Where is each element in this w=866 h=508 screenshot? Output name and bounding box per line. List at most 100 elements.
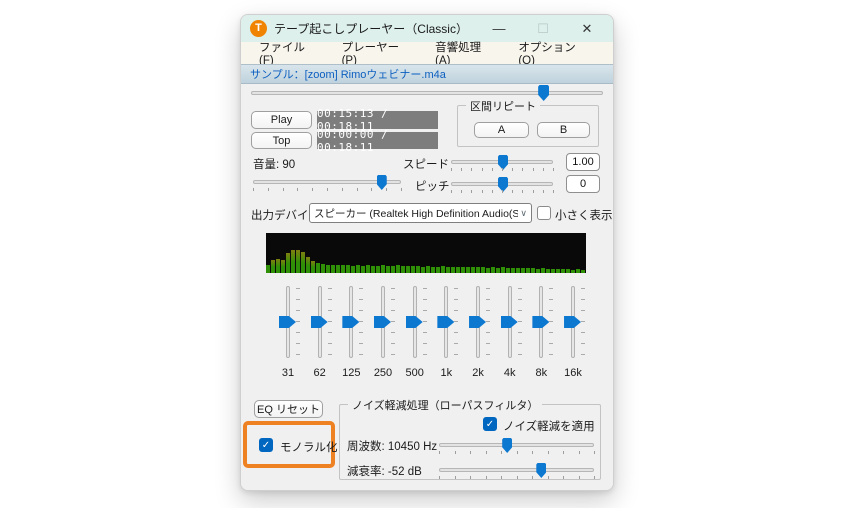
eq-tick — [391, 310, 395, 311]
spectrum-bar — [576, 269, 580, 273]
menu-file[interactable]: ファイル(F) — [259, 39, 314, 67]
slider-tick — [548, 451, 549, 454]
slider-tick — [371, 188, 372, 191]
spectrum-bar — [356, 265, 360, 273]
spectrum-bar — [286, 253, 290, 273]
noise-apply-checkbox[interactable]: ✓ — [483, 417, 497, 431]
eq-tick — [518, 354, 522, 355]
eq-tick — [296, 321, 300, 322]
spectrum-bar — [486, 268, 490, 273]
play-button[interactable]: Play — [251, 111, 312, 129]
slider-tick — [451, 190, 452, 193]
pitch-thumb[interactable] — [498, 177, 508, 192]
menu-player[interactable]: プレーヤー(P) — [342, 39, 408, 67]
spectrum-bar — [366, 265, 370, 273]
repeat-b-button[interactable]: B — [537, 122, 590, 138]
spectrum-bar — [526, 268, 530, 273]
menu-options[interactable]: オプション(O) — [518, 39, 585, 67]
app-icon: T — [250, 20, 267, 37]
slider-tick — [492, 190, 493, 193]
slider-tick — [579, 476, 580, 479]
eq-thumb-125[interactable] — [342, 316, 359, 328]
eq-reset-button[interactable]: EQ リセット — [254, 400, 323, 418]
eq-thumb-8k[interactable] — [532, 316, 549, 328]
eq-tick — [328, 288, 332, 289]
mono-label: モノラル化 — [280, 439, 338, 455]
eq-tick — [549, 299, 553, 300]
close-button[interactable]: ✕ — [565, 15, 609, 42]
eq-thumb-1k[interactable] — [437, 316, 454, 328]
eq-tick — [391, 299, 395, 300]
compact-view-checkbox[interactable] — [537, 206, 551, 220]
spectrum-bar — [316, 263, 320, 273]
noise-atten-thumb[interactable] — [536, 463, 546, 478]
eq-tick — [423, 354, 427, 355]
menu-bar: ファイル(F) プレーヤー(P) 音響処理(A) オプション(O) — [241, 42, 613, 64]
eq-tick — [549, 354, 553, 355]
slider-tick — [342, 188, 343, 191]
eq-thumb-500[interactable] — [406, 316, 423, 328]
menu-audio-processing[interactable]: 音響処理(A) — [435, 39, 490, 67]
slider-tick — [455, 451, 456, 454]
spectrum-bar — [276, 259, 280, 273]
eq-thumb-250[interactable] — [374, 316, 391, 328]
spectrum-bar — [371, 266, 375, 273]
spectrum-bar — [426, 266, 430, 273]
slider-tick — [482, 190, 483, 193]
eq-thumb-4k[interactable] — [501, 316, 518, 328]
mono-checkbox[interactable]: ✓ — [259, 438, 273, 452]
spectrum-bar — [311, 261, 315, 273]
eq-tick — [454, 343, 458, 344]
title-bar[interactable]: T テープ起こしプレーヤー（Classic） — ☐ ✕ — [241, 15, 613, 42]
speed-thumb[interactable] — [498, 155, 508, 170]
section-repeat-group: 区間リピート A B — [457, 105, 599, 147]
eq-thumb-16k[interactable] — [564, 316, 581, 328]
eq-tick — [518, 288, 522, 289]
noise-freq-track[interactable] — [439, 443, 594, 447]
spectrum-bar — [496, 268, 500, 273]
eq-tick — [359, 332, 363, 333]
spectrum-bar — [431, 267, 435, 273]
eq-thumb-2k[interactable] — [469, 316, 486, 328]
pitch-label: ピッチ — [415, 178, 450, 194]
file-name-bar: サンプル：[zoom] Rimoウェビナー.m4a — [241, 64, 613, 84]
noise-atten-track[interactable] — [439, 468, 594, 472]
eq-band-label: 1k — [431, 367, 461, 379]
repeat-a-button[interactable]: A — [474, 122, 529, 138]
speed-value[interactable]: 1.00 — [566, 153, 600, 171]
pitch-value[interactable]: 0 — [566, 175, 600, 193]
eq-thumb-31[interactable] — [279, 316, 296, 328]
slider-tick — [548, 476, 549, 479]
spectrum-bar — [336, 265, 340, 273]
seek-track[interactable] — [251, 91, 603, 95]
slider-tick — [470, 476, 471, 479]
slider-tick — [522, 168, 523, 171]
slider-tick — [470, 451, 471, 454]
spectrum-bar — [506, 268, 510, 273]
slider-tick — [501, 451, 502, 454]
top-button[interactable]: Top — [251, 132, 312, 149]
spectrum-bar — [491, 267, 495, 273]
eq-tick — [581, 288, 585, 289]
maximize-button: ☐ — [521, 15, 565, 42]
spectrum-bar — [411, 266, 415, 273]
spectrum-bar — [461, 267, 465, 273]
eq-band-label: 125 — [336, 367, 366, 379]
eq-tick — [423, 332, 427, 333]
output-device-select[interactable]: スピーカー (Realtek High Definition Audio(S ∨ — [309, 203, 532, 223]
slider-tick — [386, 188, 387, 191]
spectrum-bar — [546, 269, 550, 273]
slider-tick — [553, 168, 554, 171]
eq-tick — [518, 299, 522, 300]
eq-tick — [359, 288, 363, 289]
spectrum-bar — [521, 268, 525, 273]
spectrum-bar — [476, 267, 480, 273]
eq-tick — [581, 310, 585, 311]
slider-tick — [512, 168, 513, 171]
spectrum-bar — [271, 260, 275, 273]
minimize-button[interactable]: — — [477, 15, 521, 42]
noise-freq-thumb[interactable] — [502, 438, 512, 453]
eq-tick — [454, 321, 458, 322]
slider-tick — [543, 190, 544, 193]
eq-thumb-62[interactable] — [311, 316, 328, 328]
